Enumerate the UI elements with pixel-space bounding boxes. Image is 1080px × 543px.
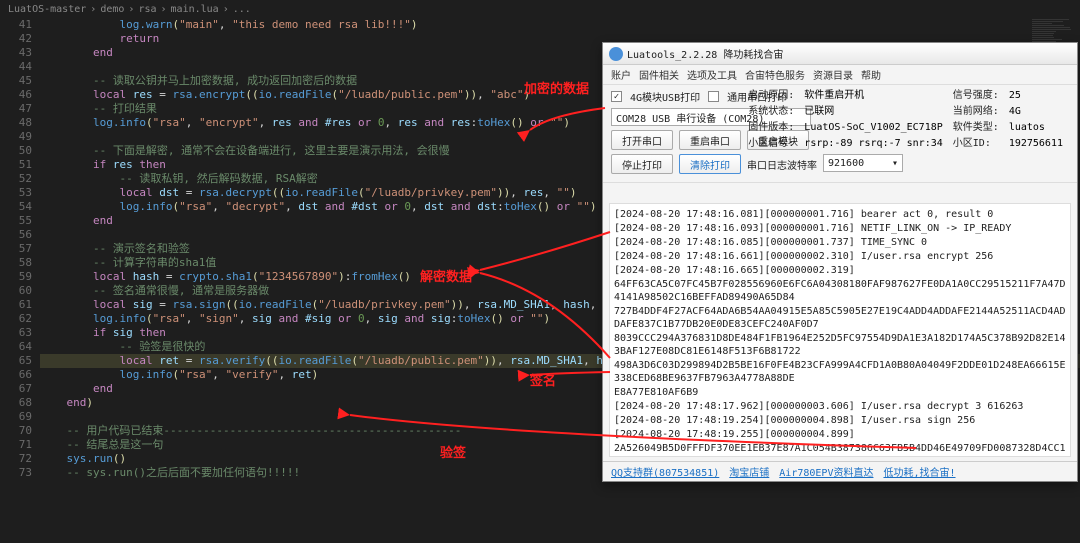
annotation-arrows <box>0 0 1080 543</box>
